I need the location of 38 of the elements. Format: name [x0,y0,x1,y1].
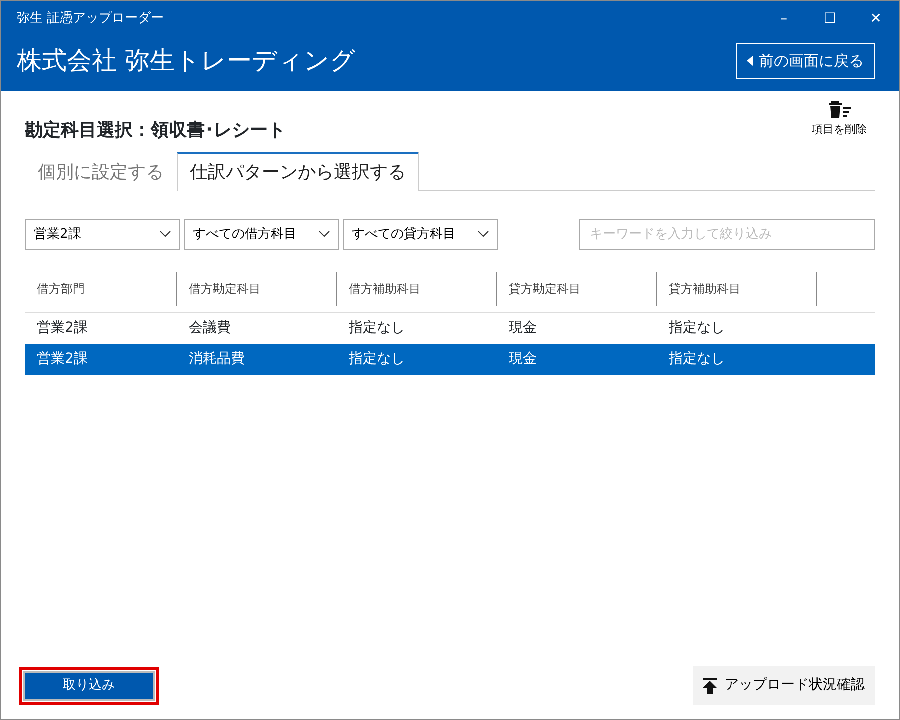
maximize-button[interactable]: ☐ [807,1,853,37]
dropdown[interactable]: すべての貸方科目 [343,219,498,250]
table-cell-text: 現金 [508,319,538,338]
dropdown[interactable]: すべての借方科目 [184,219,339,250]
column-header[interactable]: 借方部門 [25,272,177,306]
upload-icon [703,678,717,694]
dropdown[interactable]: 営業2課 [25,219,180,250]
close-button[interactable]: ✕ [853,1,899,37]
company-name: 株式会社 弥生トレーディング [17,45,356,78]
column-header[interactable]: 借方補助科目 [337,272,497,306]
table-row[interactable]: 営業2課 会議費 指定なし 現金 指定なし [25,313,875,344]
table-cell-text: 会議費 [188,319,232,338]
page-title: 勘定科目選択：領収書･レシート [25,119,286,143]
chevron-icon [478,231,489,238]
back-button[interactable]: 前の画面に戻る [736,42,875,80]
upload-status-button[interactable]: アップロード状況確認 [693,666,875,705]
delete-button[interactable]: 項目を削除 [812,101,867,138]
column-header[interactable]: 貸方勘定科目 [497,272,657,306]
search-field[interactable]: キーワードを入力して絞り込み [579,219,875,250]
window-title: 弥生 証憑アップローダー [17,10,164,28]
chevron-icon [319,231,330,238]
caret-icon [747,56,753,66]
minimize-button[interactable]: – [761,1,807,37]
table-cell-text: 消耗品費 [188,350,246,369]
import-button[interactable]: 取り込み [23,670,155,700]
table-cell-text: 営業2課 [36,350,89,369]
table-cell-text: 指定なし [348,319,406,338]
table-cell-text: 営業2課 [36,319,89,338]
chevron-icon [160,231,171,238]
table-cell-text: 指定なし [668,350,726,369]
table-cell-text: 指定なし [348,350,406,369]
column-header[interactable]: 貸方補助科目 [657,272,817,306]
column-header[interactable]: 借方勘定科目 [177,272,337,306]
table-row[interactable]: 営業2課 消耗品費 指定なし 現金 指定なし [25,344,875,375]
trash-icon [828,101,850,118]
tab[interactable]: 仕訳パターンから選択する [177,152,419,191]
table-cell-text: 指定なし [668,319,726,338]
table-cell-text: 現金 [508,350,538,369]
